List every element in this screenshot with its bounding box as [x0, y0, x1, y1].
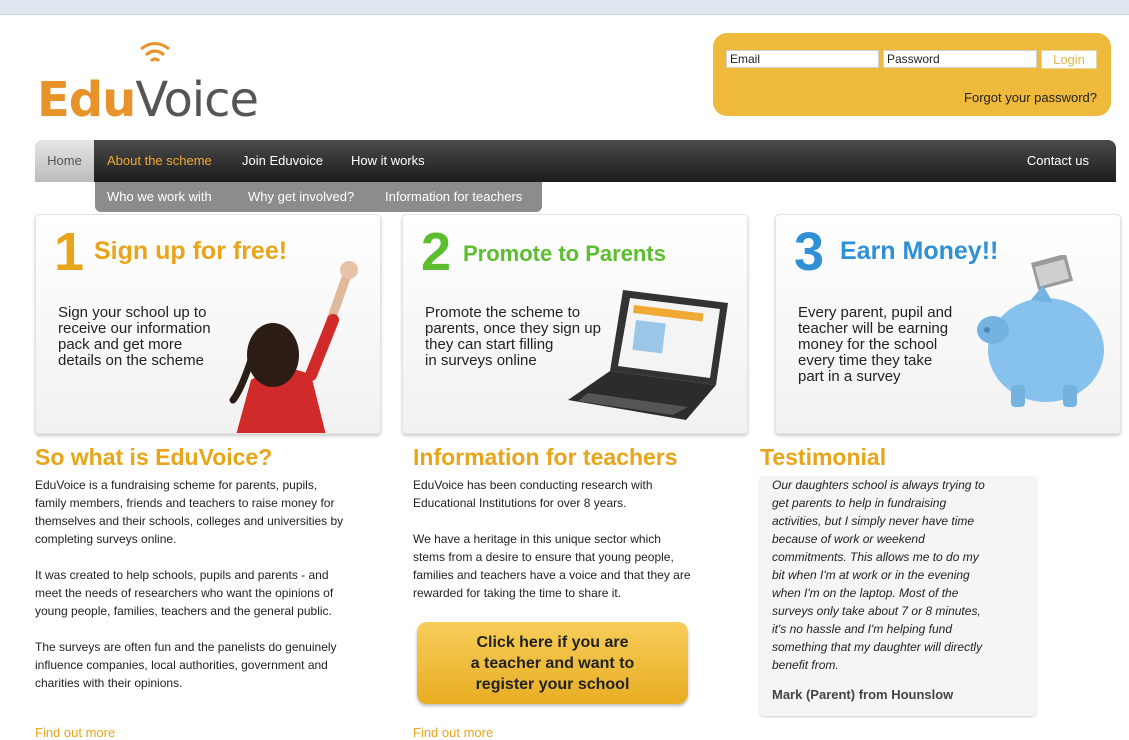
step-panel-earn-money[interactable]: 3 Earn Money!! Every parent, pupil and t…	[775, 214, 1121, 434]
password-field[interactable]	[883, 50, 1037, 68]
teachers-heading: Information for teachers	[413, 444, 678, 470]
teachers-body: EduVoice has been conducting research wi…	[413, 476, 743, 620]
nav-how-it-works[interactable]: How it works	[351, 140, 425, 182]
signal-waves-icon	[140, 42, 170, 63]
step-number: 3	[794, 222, 825, 282]
nav-home[interactable]: Home	[35, 140, 94, 182]
about-heading: So what is EduVoice?	[35, 444, 273, 470]
eduvoice-logo[interactable]: EduVoice	[37, 40, 277, 128]
email-field[interactable]	[726, 50, 879, 68]
step-description: Every parent, pupil and teacher will be …	[798, 304, 953, 385]
girl-raising-hand-image	[229, 261, 358, 433]
laptop-image	[568, 290, 728, 420]
testimonial-box: Our daughters school is always trying to…	[760, 476, 1036, 716]
logo-text: EduVoice	[37, 72, 259, 128]
step-title: Promote to Parents	[463, 241, 666, 266]
step-panel-sign-up[interactable]: 1 Sign up for free! Sign your school up …	[35, 214, 381, 434]
about-paragraph: EduVoice is a fundraising scheme for par…	[35, 478, 344, 546]
about-body: EduVoice is a fundraising scheme for par…	[35, 476, 395, 710]
testimonial-author: Mark (Parent) from Hounslow	[772, 687, 954, 702]
main-nav: Home About the scheme Join Eduvoice How …	[35, 140, 1116, 182]
subnav-information-for-teachers[interactable]: Information for teachers	[385, 182, 522, 212]
step-number: 1	[54, 222, 85, 282]
nav-join-eduvoice[interactable]: Join Eduvoice	[242, 140, 323, 182]
nav-about-the-scheme[interactable]: About the scheme	[107, 140, 212, 182]
step-number: 2	[421, 222, 452, 282]
about-paragraph: It was created to help schools, pupils a…	[35, 568, 334, 618]
teachers-find-out-more-link[interactable]: Find out more	[413, 725, 493, 740]
piggy-bank-image	[977, 255, 1104, 407]
forgot-password-link[interactable]: Forgot your password?	[964, 90, 1097, 105]
subnav-why-get-involved[interactable]: Why get involved?	[248, 182, 354, 212]
about-find-out-more-link[interactable]: Find out more	[35, 725, 115, 740]
step-panel-promote[interactable]: 2 Promote to Parents Promote the scheme …	[402, 214, 748, 434]
login-button[interactable]: Login	[1041, 50, 1097, 69]
teachers-paragraph: We have a heritage in this unique sector…	[413, 532, 691, 600]
teacher-register-button[interactable]: Click here if you are a teacher and want…	[417, 622, 688, 704]
browser-top-strip	[0, 0, 1129, 15]
login-box: Login Forgot your password?	[713, 33, 1111, 116]
about-paragraph: The surveys are often fun and the paneli…	[35, 640, 337, 690]
subnav-who-we-work-with[interactable]: Who we work with	[107, 182, 212, 212]
testimonial-quote: Our daughters school is always trying to…	[772, 478, 985, 672]
step-description: Sign your school up to receive our infor…	[58, 304, 211, 369]
nav-contact-us[interactable]: Contact us	[1027, 140, 1089, 182]
testimonial-heading: Testimonial	[760, 444, 887, 470]
sub-nav: Who we work with Why get involved? Infor…	[95, 182, 542, 212]
teachers-paragraph: EduVoice has been conducting research wi…	[413, 478, 653, 510]
